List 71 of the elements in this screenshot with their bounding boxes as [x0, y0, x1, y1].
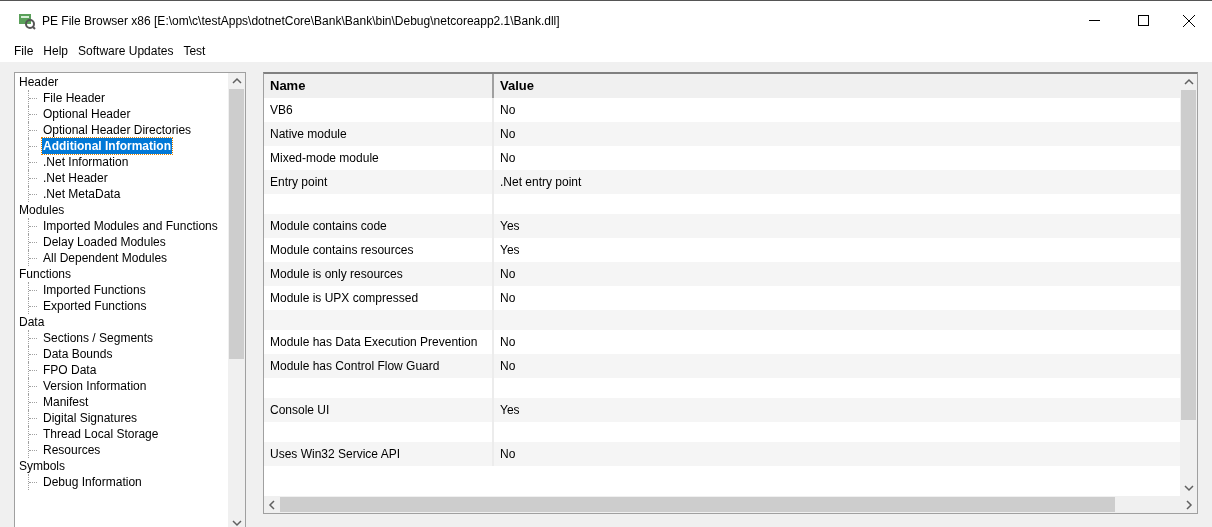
tree-item[interactable]: Thread Local Storage	[42, 426, 160, 442]
table-cell-text: No	[500, 358, 516, 375]
maximize-icon	[1137, 15, 1149, 26]
tree-item[interactable]: Optional Header Directories	[42, 122, 193, 138]
tree-item[interactable]: Modules	[18, 202, 66, 218]
tree-item[interactable]: Debug Information	[42, 474, 143, 490]
scroll-right-icon[interactable]	[1185, 499, 1193, 510]
tree-item[interactable]: Additional Information	[42, 138, 172, 154]
tree-item[interactable]: Delay Loaded Modules	[42, 234, 167, 250]
table-cell-text: .Net entry point	[500, 174, 582, 191]
tree-item[interactable]: FPO Data	[42, 362, 98, 378]
table-cell-text: Module contains code	[270, 218, 387, 235]
column-header[interactable]: Value	[494, 74, 1180, 98]
table-cell-text: Module has Control Flow Guard	[270, 358, 440, 375]
table-cell-text: Yes	[500, 402, 520, 419]
tree-item[interactable]: .Net Information	[42, 154, 130, 170]
table-cell-text: Yes	[500, 218, 520, 235]
table-cell-text: Module is UPX compressed	[270, 290, 419, 307]
scroll-thumb[interactable]	[1181, 90, 1196, 420]
table-cell-text: Module has Data Execution Prevention	[270, 334, 478, 351]
table-cell-text: Module is only resources	[270, 266, 403, 283]
tree-item[interactable]: All Dependent Modules	[42, 250, 169, 266]
tree-item[interactable]: File Header	[42, 90, 107, 106]
tree-item[interactable]: .Net MetaData	[42, 186, 122, 202]
tree-item[interactable]: Symbols	[18, 458, 66, 474]
tree-item[interactable]: Version Information	[42, 378, 148, 394]
scroll-up-icon[interactable]	[1183, 78, 1194, 86]
table-cell-text: Module contains resources	[270, 242, 414, 259]
horizontal-scrollbar[interactable]	[264, 496, 1197, 513]
tree-item[interactable]: Manifest	[42, 394, 90, 410]
table-cell-text: Uses Win32 Service API	[270, 446, 401, 463]
table-cell-text: VB6	[270, 102, 293, 119]
scroll-down-icon[interactable]	[231, 519, 242, 527]
app-icon	[18, 11, 36, 30]
menu-item[interactable]: Test	[179, 42, 210, 60]
window-title: PE File Browser x86 [E:\om\c\testApps\dotnetCore\Bank\Bank\bin\Debug\netcoreapp2.1\Bank.dll]	[42, 12, 560, 30]
tree-item[interactable]: Imported Modules and Functions	[42, 218, 219, 234]
vertical-scrollbar[interactable]	[1180, 74, 1197, 496]
tree-item[interactable]: Sections / Segments	[42, 330, 155, 346]
table-cell-text: No	[500, 102, 516, 119]
table-cell-text: No	[500, 446, 516, 463]
table-cell-text: No	[500, 334, 516, 351]
table-cell-text: No	[500, 290, 516, 307]
table-cell-text: No	[500, 126, 516, 143]
tree-item[interactable]: Optional Header	[42, 106, 132, 122]
tree-item[interactable]: Imported Functions	[42, 282, 147, 298]
tree-item[interactable]: Exported Functions	[42, 298, 148, 314]
table-cell-text: No	[500, 150, 516, 167]
scroll-thumb[interactable]	[280, 497, 1115, 512]
tree-item[interactable]: Resources	[42, 442, 102, 458]
tree-item[interactable]: Data Bounds	[42, 346, 114, 362]
tree-item[interactable]: Header	[18, 74, 60, 90]
table-cell-text: No	[500, 266, 516, 283]
tree-item[interactable]: .Net Header	[42, 170, 109, 186]
scroll-left-icon[interactable]	[268, 499, 276, 510]
tree-item[interactable]: Digital Signatures	[42, 410, 139, 426]
table-cell-text: Entry point	[270, 174, 328, 191]
vertical-scrollbar[interactable]	[228, 73, 245, 527]
table-cell-text: Native module	[270, 126, 347, 143]
table-cell-text: Mixed-mode module	[270, 150, 379, 167]
menu-item[interactable]: Help	[39, 42, 73, 60]
menu-item[interactable]: File	[10, 42, 38, 60]
close-icon	[1183, 14, 1195, 27]
menu-item[interactable]: Software Updates	[74, 42, 178, 60]
scroll-down-icon[interactable]	[1183, 484, 1194, 492]
table-cell-text: Console UI	[270, 402, 330, 419]
scroll-thumb[interactable]	[229, 89, 244, 359]
tree-item[interactable]: Data	[18, 314, 46, 330]
table-cell-text: Yes	[500, 242, 520, 259]
tree-item[interactable]: Functions	[18, 266, 73, 282]
scroll-up-icon[interactable]	[231, 77, 242, 85]
